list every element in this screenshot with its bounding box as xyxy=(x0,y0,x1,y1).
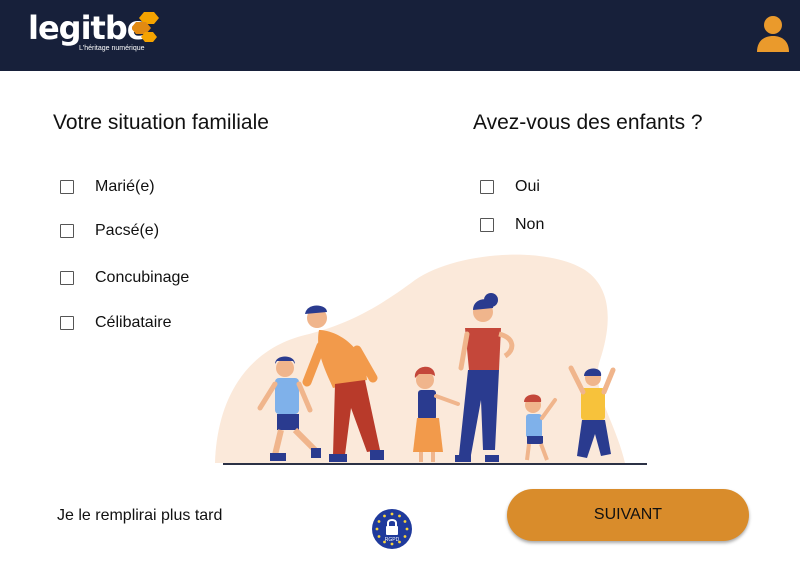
checkbox-concubinage[interactable] xyxy=(60,271,74,285)
option-label: Concubinage xyxy=(95,269,190,286)
rgpd-badge-text: RGPD xyxy=(385,537,400,543)
option-label: Célibataire xyxy=(95,314,172,331)
checkbox-non[interactable] xyxy=(480,218,494,232)
legitbee-logo[interactable]: legitbe L'héritage numérique xyxy=(28,9,159,52)
logo-tagline: L'héritage numérique xyxy=(79,45,145,52)
children-question-title: Avez-vous des enfants ? xyxy=(473,111,703,134)
family-situation-title: Votre situation familiale xyxy=(53,111,269,134)
option-label: Marié(e) xyxy=(95,178,155,195)
fill-later-link[interactable]: Je le remplirai plus tard xyxy=(57,507,222,525)
top-navigation-bar: legitbe L'héritage numérique xyxy=(0,0,800,71)
option-pacse[interactable]: Pacsé(e) xyxy=(60,222,159,240)
checkbox-marie[interactable] xyxy=(60,180,74,194)
option-marie[interactable]: Marié(e) xyxy=(60,178,155,196)
option-label: Oui xyxy=(515,178,540,195)
logo-wordmark: legitbe xyxy=(28,9,148,47)
option-concubinage[interactable]: Concubinage xyxy=(60,269,189,287)
option-celibataire[interactable]: Célibataire xyxy=(60,314,171,332)
option-label: Non xyxy=(515,216,545,233)
rgpd-badge-icon: RGPD xyxy=(372,509,412,549)
bee-letter-logo-mark xyxy=(132,12,159,42)
user-profile-icon[interactable] xyxy=(756,15,790,53)
checkbox-oui[interactable] xyxy=(480,180,494,194)
checkbox-pacse[interactable] xyxy=(60,224,74,238)
next-button[interactable]: SUIVANT xyxy=(507,489,749,541)
option-label: Pacsé(e) xyxy=(95,222,160,239)
checkbox-celibataire[interactable] xyxy=(60,316,74,330)
option-non[interactable]: Non xyxy=(480,216,544,234)
family-illustration xyxy=(215,254,647,465)
option-oui[interactable]: Oui xyxy=(480,178,540,196)
